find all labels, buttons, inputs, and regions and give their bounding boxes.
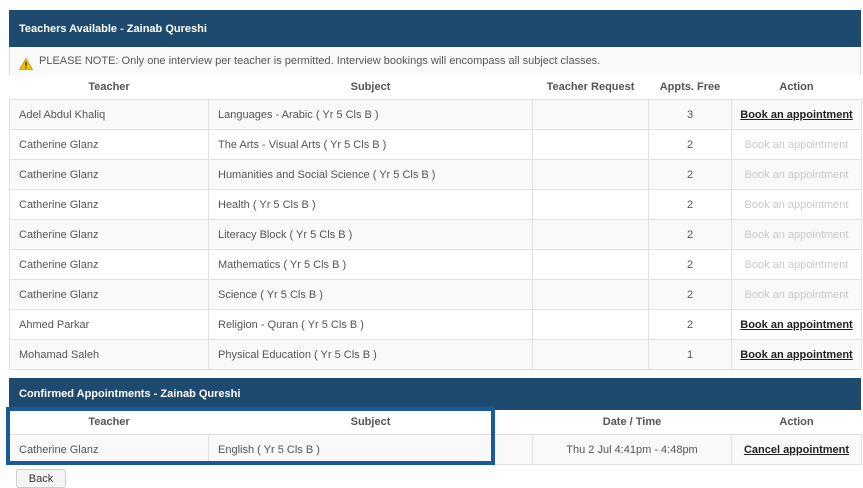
confirmed-section-title: Confirmed Appointments - Zainab Qureshi (19, 388, 241, 400)
book-appointment-link[interactable]: Book an appointment (740, 349, 852, 361)
confirmed-appointments-table: Teacher Subject Date / Time Action Cathe… (9, 410, 862, 465)
teacher-cell: Catherine Glanz (9, 129, 209, 160)
appts-free-cell: 2 (648, 129, 732, 160)
action-cell: Cancel appointment (731, 434, 862, 465)
teacher-request-cell (532, 129, 649, 160)
appts-free-cell: 2 (648, 309, 732, 340)
action-column-header: Action (731, 410, 862, 435)
table-row: Catherine Glanz English ( Yr 5 Cls B ) Thu… (9, 434, 862, 465)
appts-free-column-header: Appts. Free (648, 75, 732, 100)
table-row: Catherine Glanz Health ( Yr 5 Cls B ) 2 Boo… (9, 189, 862, 220)
subject-cell: Mathematics ( Yr 5 Cls B ) (208, 249, 533, 280)
available-section-title: Teachers Available - Zainab Qureshi (19, 22, 207, 35)
teacher-request-cell (532, 99, 649, 130)
teacher-request-cell (532, 159, 649, 190)
subject-cell: Religion - Quran ( Yr 5 Cls B ) (208, 309, 533, 340)
appts-free-cell: 2 (648, 279, 732, 310)
action-cell: Book an appointment (731, 279, 862, 310)
book-appointment-link[interactable]: Book an appointment (740, 109, 852, 121)
table-row: Catherine Glanz Humanities and Social Sci… (9, 159, 862, 190)
back-button[interactable]: Back (16, 469, 66, 488)
book-appointment-link[interactable]: Book an appointment (740, 319, 852, 331)
table-row: Catherine Glanz The Arts - Visual Arts ( … (9, 129, 862, 160)
teacher-request-cell (532, 189, 649, 220)
action-cell: Book an appointment (731, 189, 862, 220)
appts-free-cell: 2 (648, 159, 732, 190)
subject-cell: Languages - Arabic ( Yr 5 Cls B ) (208, 99, 533, 130)
action-cell: Book an appointment (731, 309, 862, 340)
table-row: Mohamad Saleh Physical Education ( Yr 5 C… (9, 339, 862, 370)
book-appointment-link: Book an appointment (744, 228, 849, 241)
book-appointment-link: Book an appointment (744, 198, 849, 211)
teacher-column-header: Teacher (9, 410, 209, 435)
teacher-cell: Catherine Glanz (9, 219, 209, 250)
subject-cell: Physical Education ( Yr 5 Cls B ) (208, 339, 533, 370)
teacher-cell: Mohamad Saleh (9, 339, 209, 370)
book-appointment-link: Book an appointment (744, 288, 849, 301)
booking-note-text: PLEASE NOTE: Only one interview per teac… (39, 55, 601, 67)
available-header-row: Teacher Subject Teacher Request Appts. F… (9, 75, 862, 100)
subject-cell: The Arts - Visual Arts ( Yr 5 Cls B ) (208, 129, 533, 160)
book-appointment-link: Book an appointment (744, 168, 849, 181)
appts-free-cell: 2 (648, 189, 732, 220)
teacher-request-cell (532, 279, 649, 310)
action-cell: Book an appointment (731, 249, 862, 280)
action-column-header: Action (731, 75, 862, 100)
table-row: Ahmed Parkar Religion - Quran ( Yr 5 Cls … (9, 309, 862, 340)
teacher-cell: Catherine Glanz (9, 279, 209, 310)
action-cell: Book an appointment (731, 129, 862, 160)
action-cell: Book an appointment (731, 159, 862, 190)
subject-column-header: Subject (208, 75, 533, 100)
table-row: Catherine Glanz Science ( Yr 5 Cls B ) 2 Bo… (9, 279, 862, 310)
teacher-request-column-header: Teacher Request (532, 75, 649, 100)
table-row: Catherine Glanz Mathematics ( Yr 5 Cls B … (9, 249, 862, 280)
teacher-cell: Adel Abdul Khaliq (9, 99, 209, 130)
available-teachers-table: Teacher Subject Teacher Request Appts. F… (9, 75, 862, 370)
teacher-cell: Ahmed Parkar (9, 309, 209, 340)
book-appointment-link: Book an appointment (744, 258, 849, 271)
available-section-header: Teachers Available - Zainab Qureshi (9, 10, 861, 47)
appts-free-cell: 3 (648, 99, 732, 130)
subject-cell: Science ( Yr 5 Cls B ) (208, 279, 533, 310)
subject-cell: Humanities and Social Science ( Yr 5 Cls… (208, 159, 533, 190)
table-row: Adel Abdul Khaliq Languages - Arabic ( Yr… (9, 99, 862, 130)
subject-cell: English ( Yr 5 Cls B ) (208, 434, 533, 465)
table-row: Catherine Glanz Literacy Block ( Yr 5 Cls… (9, 219, 862, 250)
teacher-request-cell (532, 309, 649, 340)
subject-cell: Health ( Yr 5 Cls B ) (208, 189, 533, 220)
confirmed-header-row: Teacher Subject Date / Time Action (9, 410, 862, 435)
action-cell: Book an appointment (731, 99, 862, 130)
datetime-cell: Thu 2 Jul 4:41pm - 4:48pm (532, 434, 732, 465)
booking-note: PLEASE NOTE: Only one interview per teac… (9, 47, 861, 75)
teacher-column-header: Teacher (9, 75, 209, 100)
datetime-column-header: Date / Time (532, 410, 732, 435)
teacher-cell: Catherine Glanz (9, 434, 209, 465)
teacher-cell: Catherine Glanz (9, 159, 209, 190)
confirmed-section-header: Confirmed Appointments - Zainab Qureshi (9, 378, 861, 410)
book-appointment-link: Book an appointment (744, 138, 849, 151)
appts-free-cell: 1 (648, 339, 732, 370)
appts-free-cell: 2 (648, 249, 732, 280)
teacher-request-cell (532, 339, 649, 370)
cancel-appointment-link[interactable]: Cancel appointment (744, 444, 849, 456)
action-cell: Book an appointment (731, 339, 862, 370)
subject-cell: Literacy Block ( Yr 5 Cls B ) (208, 219, 533, 250)
action-cell: Book an appointment (731, 219, 862, 250)
teacher-cell: Catherine Glanz (9, 249, 209, 280)
teacher-request-cell (532, 219, 649, 250)
subject-column-header: Subject (208, 410, 533, 435)
warning-icon (19, 58, 33, 70)
teacher-cell: Catherine Glanz (9, 189, 209, 220)
teacher-request-cell (532, 249, 649, 280)
appts-free-cell: 2 (648, 219, 732, 250)
